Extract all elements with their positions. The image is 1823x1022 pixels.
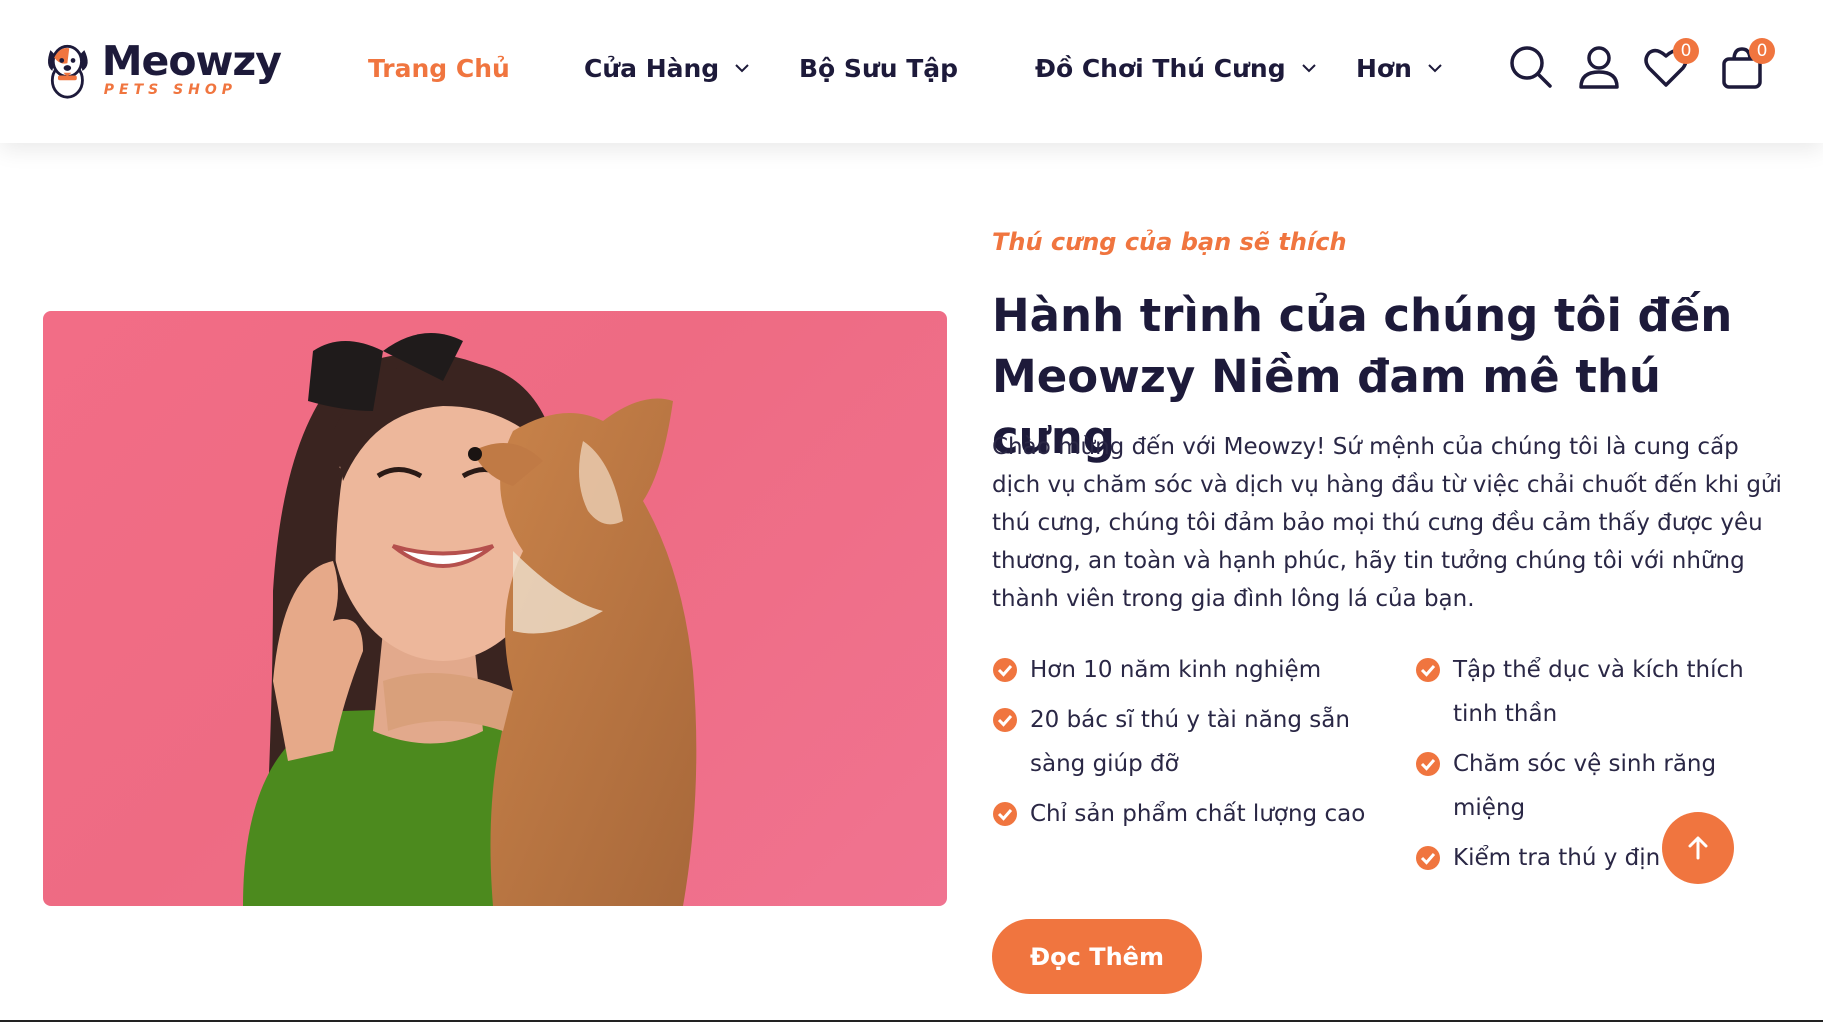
chevron-down-icon [735, 64, 749, 73]
check-circle-icon [993, 708, 1017, 732]
chevron-down-icon [1428, 64, 1442, 73]
arrow-up-icon [1688, 836, 1708, 860]
search-icon [1510, 46, 1552, 88]
hero-headline-line1: Hành trình của chúng tôi đến [992, 289, 1733, 342]
site-header: Meowzy PETS SHOP Trang Chủ Cửa Hàng Bộ S… [0, 0, 1823, 143]
nav-home-label: Trang Chủ [368, 53, 510, 83]
nav-more-label: Hơn [1356, 53, 1412, 83]
scroll-to-top-button[interactable] [1662, 812, 1734, 884]
check-circle-icon [1416, 752, 1440, 776]
logo[interactable]: Meowzy PETS SHOP [41, 35, 282, 101]
nav-toys-label: Đồ Chơi Thú Cưng [1035, 53, 1286, 83]
check-circle-icon [993, 658, 1017, 682]
feature-item: Hơn 10 năm kinh nghiệm [992, 648, 1382, 692]
hero-tagline: Thú cưng của bạn sẽ thích [992, 228, 1347, 256]
nav-more[interactable]: Hơn [1356, 50, 1442, 86]
feature-text: 20 bác sĩ thú y tài năng sẵn sàng giúp đ… [1030, 707, 1350, 777]
feature-text: Chỉ sản phẩm chất lượng cao [1030, 801, 1366, 827]
nav-toys[interactable]: Đồ Chơi Thú Cưng [1035, 50, 1316, 86]
nav-shop[interactable]: Cửa Hàng [584, 50, 749, 86]
hero-description: Chào mừng đến với Meowzy! Sứ mệnh của ch… [992, 434, 1782, 612]
wishlist-button[interactable]: 0 [1643, 38, 1699, 90]
dog-logo-icon [47, 44, 88, 99]
brand-subtitle: PETS SHOP [103, 82, 238, 98]
feature-item: Chỉ sản phẩm chất lượng cao [992, 792, 1402, 836]
woman-with-dog-illustration [243, 333, 697, 906]
cart-count-badge: 0 [1749, 38, 1775, 64]
search-button[interactable] [1508, 44, 1554, 90]
nav-collection-label: Bộ Sưu Tập [799, 53, 959, 83]
check-circle-icon [1416, 846, 1440, 870]
user-icon [1579, 46, 1619, 89]
nav-home[interactable]: Trang Chủ [368, 50, 510, 86]
feature-item: Tập thể dục và kích thích tinh thần [1415, 648, 1775, 736]
read-more-button[interactable]: Đọc Thêm [992, 919, 1202, 994]
feature-item: 20 bác sĩ thú y tài năng sẵn sàng giúp đ… [992, 698, 1382, 786]
chevron-down-icon [1301, 64, 1316, 73]
feature-text: Tập thể dục và kích thích tinh thần [1453, 657, 1744, 727]
feature-text: Hơn 10 năm kinh nghiệm [1030, 657, 1322, 683]
wishlist-count-badge: 0 [1673, 38, 1699, 64]
check-circle-icon [1416, 658, 1440, 682]
feature-text: Kiểm tra thú y địn [1453, 845, 1661, 871]
account-button[interactable] [1576, 44, 1622, 90]
hero-photo [43, 311, 947, 906]
check-circle-icon [993, 802, 1017, 826]
brand-name: Meowzy [101, 37, 282, 85]
nav-shop-label: Cửa Hàng [584, 53, 720, 83]
nav-collection[interactable]: Bộ Sưu Tập [799, 50, 958, 86]
cart-button[interactable]: 0 [1719, 38, 1775, 90]
